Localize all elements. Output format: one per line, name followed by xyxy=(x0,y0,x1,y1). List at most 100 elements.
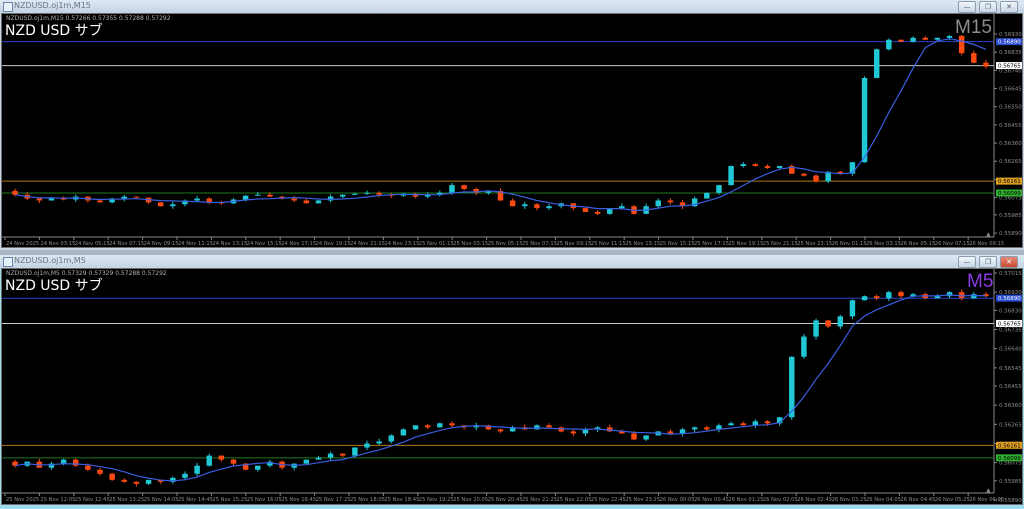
time-tick-label: 25 Nov 20:45 xyxy=(488,497,523,503)
bull-candle xyxy=(655,200,661,207)
bear-candle xyxy=(36,198,43,201)
chart-canvas: 0.569300.568350.567400.566450.565500.564… xyxy=(2,14,1022,247)
time-tick-label: 24 Nov 21:15 xyxy=(350,241,385,247)
chart-window-icon xyxy=(3,257,13,267)
close-button[interactable]: ✕ xyxy=(1000,256,1018,268)
bear-candle xyxy=(109,473,115,480)
time-tick-label: 25 Nov 13:15 xyxy=(625,241,660,247)
bull-candle xyxy=(691,427,698,430)
time-tick-label: 25 Nov 05:15 xyxy=(488,241,523,247)
bear-candle xyxy=(631,433,637,440)
price-tick-label: 0.55985 xyxy=(999,213,1022,219)
bear-candle xyxy=(704,427,710,430)
close-button[interactable]: ✕ xyxy=(1000,1,1018,13)
price-line-label: 0.56890 xyxy=(998,296,1021,302)
bear-candle xyxy=(873,296,880,299)
price-tick-label: 0.56455 xyxy=(999,123,1022,129)
bear-candle xyxy=(303,200,310,204)
bull-candle xyxy=(400,429,407,436)
bull-candle xyxy=(364,192,370,194)
restore-button[interactable]: ❐ xyxy=(979,1,997,13)
time-tick-label: 24 Nov 03:15 xyxy=(40,241,75,247)
bull-candle xyxy=(861,296,868,301)
bull-candle xyxy=(255,465,261,470)
price-tick-label: 0.56640 xyxy=(999,347,1022,353)
time-tick-label: 25 Nov 15:15 xyxy=(660,241,695,247)
bull-candle xyxy=(315,457,322,460)
time-tick-label: 25 Nov 17:15 xyxy=(694,241,729,247)
bull-candle xyxy=(934,37,941,40)
price-line-label: 0.56161 xyxy=(998,179,1021,185)
time-tick-label: 25 Nov 19:25 xyxy=(419,497,454,503)
bear-candle xyxy=(133,196,140,198)
bear-candle xyxy=(825,320,831,327)
time-tick-label: 25 Nov 14:45 xyxy=(178,497,213,503)
bear-candle xyxy=(558,427,564,432)
bull-candle xyxy=(813,320,819,337)
time-tick-label: 26 Nov 05:25 xyxy=(935,497,970,503)
time-tick-label: 25 Nov 20:05 xyxy=(453,497,488,503)
bull-candle xyxy=(340,194,346,197)
bull-candle xyxy=(412,425,419,430)
bear-candle xyxy=(898,39,904,42)
bull-candle xyxy=(182,473,188,478)
time-tick-label: 25 Nov 11:15 xyxy=(591,241,626,247)
bull-candle xyxy=(886,39,892,50)
bear-candle xyxy=(546,425,552,428)
time-tick-label: 26 Nov 02:05 xyxy=(763,497,798,503)
bull-candle xyxy=(716,185,722,193)
time-tick-label: 25 Nov 23:15 xyxy=(797,241,832,247)
time-tick-label: 26 Nov 04:05 xyxy=(866,497,901,503)
time-tick-label: 24 Nov 19:15 xyxy=(316,241,351,247)
price-chart-m15[interactable]: 0.56930 0.56835 0.56740 0.56645 0.56550 0.564… xyxy=(1,13,1023,248)
bear-candle xyxy=(509,200,516,207)
time-tick-label: 24 Nov 2025 xyxy=(6,241,39,247)
minimize-button[interactable]: — xyxy=(958,256,976,268)
bull-candle xyxy=(776,166,783,168)
timeframe-label: M15 xyxy=(955,17,992,38)
time-tick-label: 24 Nov 15:15 xyxy=(247,241,282,247)
time-tick-label: 24 Nov 17:15 xyxy=(281,241,316,247)
time-tick-label: 26 Nov 09:15 xyxy=(969,241,1004,247)
bear-candle xyxy=(218,455,225,460)
price-tick-label: 0.56550 xyxy=(999,105,1022,111)
bear-candle xyxy=(133,481,140,484)
time-tick-label: 25 Nov 22:45 xyxy=(591,497,626,503)
bull-candle xyxy=(376,441,382,444)
window-titlebar[interactable]: NZDUSD.oj1m,M15 — ❐ ✕ xyxy=(0,0,1024,13)
bear-candle xyxy=(971,53,977,63)
bear-candle xyxy=(983,62,989,67)
bear-candle xyxy=(340,453,346,456)
time-tick-label: 26 Nov 01:15 xyxy=(832,241,867,247)
time-tick-label: 26 Nov 05:15 xyxy=(900,241,935,247)
chart-shift-marker: ▲ xyxy=(986,487,991,494)
price-line-label: 0.56890 xyxy=(998,40,1021,46)
bull-candle xyxy=(861,78,868,163)
bear-candle xyxy=(376,192,382,195)
time-tick-label: 24 Nov 07:15 xyxy=(109,241,144,247)
window-titlebar[interactable]: NZDUSD.oj1m,M5 — ❐ ✕ xyxy=(0,255,1024,268)
time-tick-label: 25 Nov 16:45 xyxy=(281,497,316,503)
bull-candle xyxy=(728,166,734,186)
time-tick-label: 26 Nov 07:15 xyxy=(935,241,970,247)
bull-candle xyxy=(910,37,916,42)
bull-candle xyxy=(971,294,977,299)
price-tick-label: 0.56830 xyxy=(999,308,1022,314)
time-tick-label: 25 Nov 12:45 xyxy=(75,497,110,503)
price-line-label: 0.56765 xyxy=(998,321,1021,327)
restore-button[interactable]: ❐ xyxy=(979,256,997,268)
bull-candle xyxy=(849,300,856,317)
timeframe-label: M5 xyxy=(967,271,994,292)
price-tick-label: 0.57015 xyxy=(999,271,1022,277)
price-tick-label: 0.56835 xyxy=(999,50,1022,56)
time-tick-label: 25 Nov 2025 xyxy=(6,497,39,503)
bear-candle xyxy=(764,166,771,168)
price-chart-m5[interactable]: 0.57015 0.56920 0.56830 0.56735 0.56640 0.565… xyxy=(1,268,1023,505)
time-tick-label: 25 Nov 21:15 xyxy=(763,241,798,247)
bull-candle xyxy=(801,336,807,357)
minimize-button[interactable]: — xyxy=(958,1,976,13)
bear-candle xyxy=(121,479,128,482)
price-tick-label: 0.56265 xyxy=(999,159,1022,165)
price-line-label: 0.56161 xyxy=(998,443,1021,449)
bear-candle xyxy=(12,190,18,195)
